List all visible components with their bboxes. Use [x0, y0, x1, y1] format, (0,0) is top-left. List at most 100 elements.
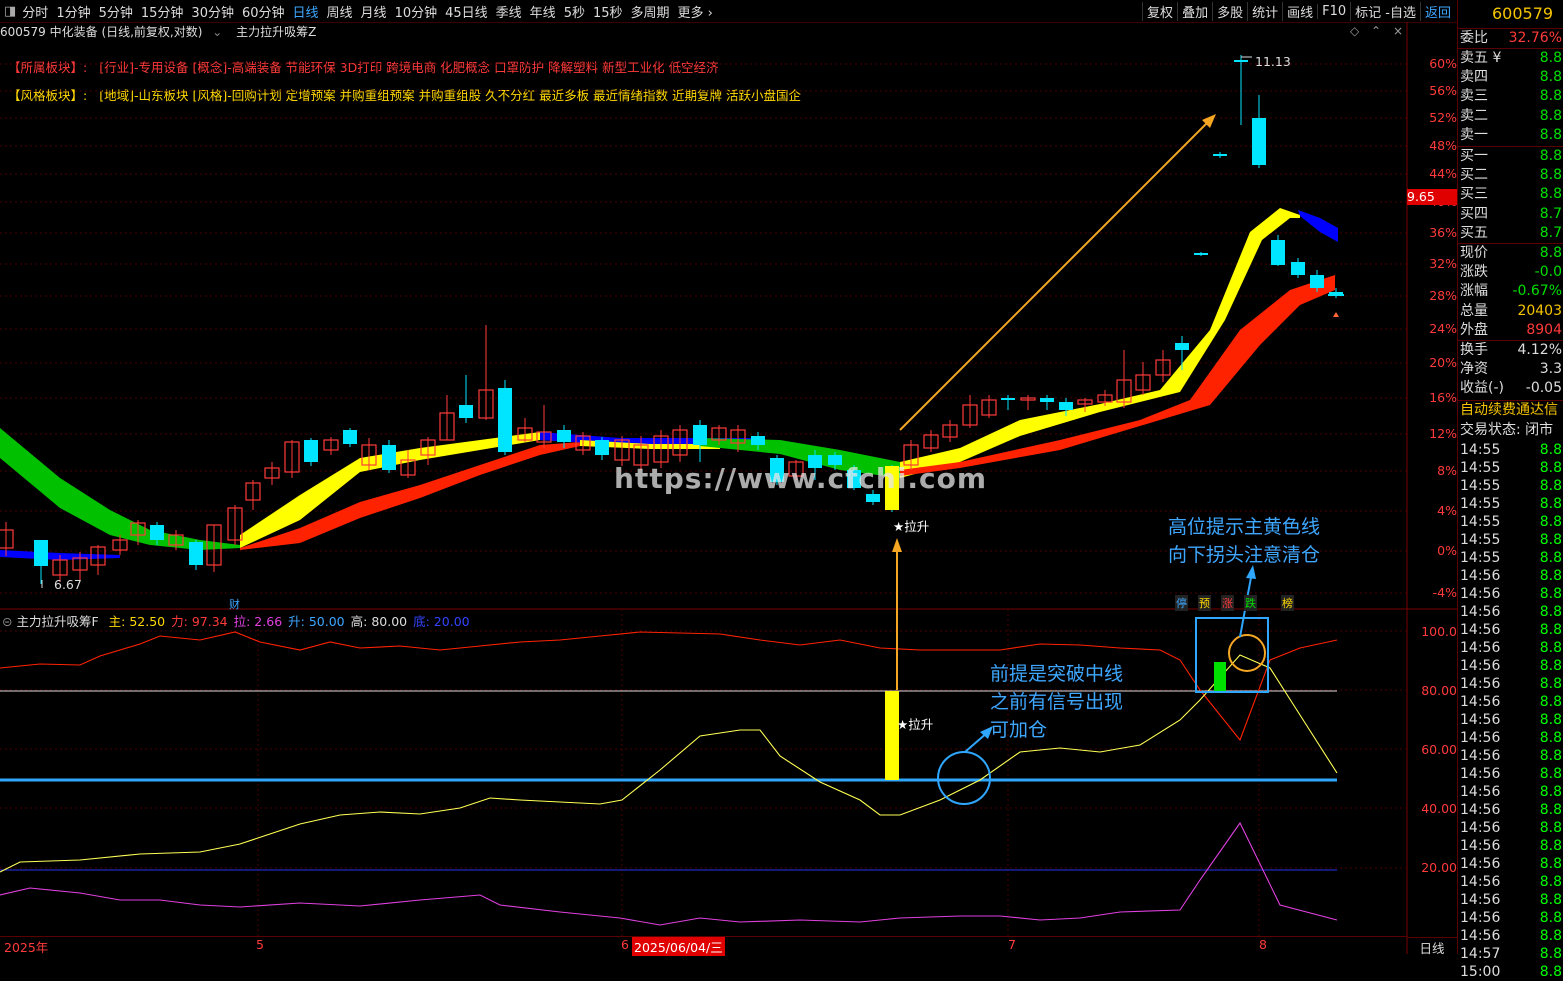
sell-level-row: 卖一 8.8 [1460, 126, 1562, 143]
buy-level-row: 买四 8.7 [1460, 205, 1562, 222]
finance-marker[interactable]: 财 [229, 596, 240, 612]
period-label: 日线 [1407, 937, 1457, 956]
indicator-axis-label: 100.0 [1421, 624, 1457, 639]
stat-row: 换手 4.12% [1460, 342, 1562, 358]
high-price-label: 11.13 [1255, 54, 1291, 69]
quote-row: 外盘 8904 [1460, 321, 1562, 338]
candle-body-down [693, 425, 707, 445]
indicator-value: 底: 20.00 [413, 614, 470, 629]
tick-row: 14:55 8.8 [1460, 442, 1562, 458]
stat-row: 净资 3.3 [1460, 361, 1562, 378]
candle-body-down [595, 440, 609, 455]
stock-code: 600579 [1492, 4, 1554, 23]
tick-row: 14:56 8.8 [1460, 766, 1562, 782]
cursor-date: 2025/06/04/三 [632, 937, 725, 956]
quote-row: 涨幅 -0.67% [1460, 283, 1562, 300]
indicator-title[interactable]: 主力拉升吸筹F [16, 614, 98, 629]
quote-row: 现价 8.8 [1460, 245, 1562, 261]
candle-body-down [557, 430, 571, 442]
highlight-box [1195, 617, 1269, 693]
tick-row: 14:56 8.8 [1460, 694, 1562, 710]
event-tag[interactable]: 涨 [1221, 595, 1234, 611]
tick-row: 14:56 8.8 [1460, 730, 1562, 746]
indicator-value: 拉: 2.66 [233, 614, 283, 629]
weibi-row: 委比 32.76% [1460, 30, 1562, 46]
candle-body-down [189, 542, 203, 565]
candle-body-down [751, 436, 765, 445]
indicator-value: 力: 97.34 [171, 614, 228, 629]
price-axis-label: 8% [1437, 463, 1457, 478]
tick-row: 14:56 8.8 [1460, 856, 1562, 872]
ma-ribbon-blue [1298, 210, 1338, 242]
price-axis-label: 16% [1429, 390, 1457, 405]
tick-row: 14:55 8.8 [1460, 460, 1562, 476]
quote-panel: 600579 委比 32.76% 卖五 ¥8.8 卖四 8.8 卖三 8.8 卖二 8.8 卖… [1457, 0, 1563, 980]
indicator-axis-label: 80.00 [1421, 683, 1457, 698]
sell-level-row: 卖五 ¥8.8 [1460, 50, 1562, 66]
tick-row: 14:55 8.8 [1460, 550, 1562, 566]
price-axis-label: 36% [1429, 225, 1457, 240]
line-zhu [0, 654, 1338, 873]
note-high-warning: 高位提示主黄色线 向下拐头注意清仓 [1168, 516, 1321, 566]
candle-body-down [1040, 398, 1054, 402]
tick-row: 14:56 8.8 [1460, 928, 1562, 944]
price-axis-label: 56% [1429, 83, 1457, 98]
ma-ribbon-green [0, 428, 240, 550]
event-tag[interactable]: 停 [1175, 595, 1188, 611]
buy-level-row: 买三 8.8 [1460, 186, 1562, 203]
candle-body-down [1310, 275, 1324, 288]
tick-row: 14:56 8.8 [1460, 748, 1562, 764]
indicator-values: 主: 52.50 力: 97.34 拉: 2.66 升: 50.00 高: 80.00 底… [103, 614, 470, 629]
candle-body-down [1213, 154, 1227, 156]
event-tags: 停预涨跌 榜 [1175, 595, 1294, 611]
tick-row: 14:56 8.8 [1460, 640, 1562, 656]
tick-row: 14:56 8.8 [1460, 586, 1562, 602]
candle-body-down [1059, 402, 1073, 410]
highlight-circle [1228, 634, 1266, 672]
price-axis: 60%56%52%48%44%40%36%32%28%24%20%16%12%8… [1407, 0, 1457, 610]
price-axis-label: -4% [1432, 585, 1457, 600]
candle-body-down [1252, 118, 1266, 165]
candle-body-down [150, 525, 164, 540]
quote-row: 总量 20403 [1460, 302, 1562, 319]
tick-row: 14:56 8.8 [1460, 892, 1562, 908]
tick-row: 14:56 8.8 [1460, 568, 1562, 584]
trade-state: 交易状态: 闭市 [1460, 422, 1554, 438]
price-triangle [1333, 312, 1339, 317]
candle-body-down [1291, 262, 1305, 275]
candle-body-down [343, 430, 357, 444]
date-axis: 2025年 5 6 2025/06/04/三 7 8 [0, 936, 1407, 956]
indicator-close-icon[interactable]: ⊝ [2, 614, 12, 629]
price-axis-label: 60% [1429, 56, 1457, 71]
price-axis-label: 24% [1429, 321, 1457, 336]
indicator-value: 升: 50.00 [288, 614, 345, 629]
tick-row: 14:55 8.8 [1460, 478, 1562, 494]
lashen-bar-sub [885, 691, 899, 780]
tick-row: 14:57 8.8 [1460, 946, 1562, 962]
event-tag[interactable]: 跌 [1244, 595, 1257, 611]
indicator-axis: 100.0 80.00 60.00 40.00 20.00 [1407, 610, 1457, 936]
candle-body-down [34, 540, 48, 566]
candle-body-down [1234, 60, 1248, 62]
candle-body-down [498, 388, 512, 452]
tick-row: 14:56 8.8 [1460, 622, 1562, 638]
event-tag[interactable]: 预 [1198, 595, 1211, 611]
buy-level-row: 买二 8.8 [1460, 167, 1562, 184]
tick-row: 14:56 8.8 [1460, 910, 1562, 926]
tick-row: 14:56 8.8 [1460, 874, 1562, 890]
price-axis-label: 28% [1429, 288, 1457, 303]
tick-row: 14:56 8.8 [1460, 712, 1562, 728]
event-tag[interactable]: 榜 [1281, 595, 1294, 611]
sell-level-row: 卖三 8.8 [1460, 88, 1562, 105]
watermark-text: https://www.cfchi.com [614, 462, 988, 495]
lashen-marker-sub: ★拉升 [897, 717, 934, 732]
sell-level-row: 卖二 8.8 [1460, 107, 1562, 124]
candle-body-down [304, 440, 318, 462]
price-axis-label: 20% [1429, 355, 1457, 370]
auto-renew-link[interactable]: 自动续费通达信 [1458, 401, 1563, 420]
indicator-axis-label: 60.00 [1421, 742, 1457, 757]
price-axis-label: 4% [1437, 503, 1457, 518]
tick-row: 14:56 8.8 [1460, 802, 1562, 818]
buy-level-row: 买五 8.7 [1460, 224, 1562, 241]
indicator-value: 高: 80.00 [350, 614, 408, 629]
